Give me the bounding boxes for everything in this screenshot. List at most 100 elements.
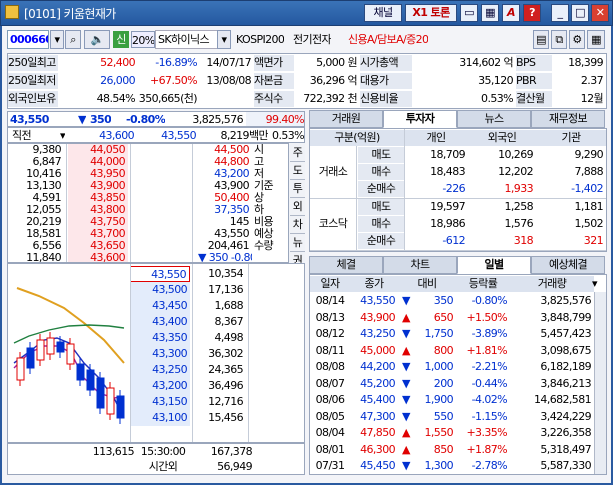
help-button[interactable]: ?: [523, 4, 541, 22]
side-tab[interactable]: 도: [290, 163, 305, 180]
info-value: 48.54%: [96, 92, 136, 105]
daily-tab[interactable]: 체결: [309, 256, 383, 274]
ask-total: 113,615: [92, 445, 134, 458]
investor-header: 외국인: [468, 130, 536, 146]
copy-icon[interactable]: ⧉: [551, 30, 567, 49]
bid-price[interactable]: 43,350: [130, 330, 190, 346]
bid-qty: 24,365: [208, 363, 243, 376]
investor-header: 기관: [536, 130, 606, 146]
bid-price[interactable]: 43,250: [130, 362, 190, 378]
info-label[interactable]: 결산월: [516, 91, 552, 107]
info-label[interactable]: BPS: [516, 55, 552, 71]
arrow-down-icon: ▼: [402, 294, 410, 307]
info-value: 0.53%: [481, 92, 514, 105]
investor-value: 7,888: [574, 165, 604, 178]
info-value: 2.37: [580, 74, 604, 87]
current-price: 43,550: [10, 113, 49, 126]
info-rate: 350,665(천): [138, 92, 198, 105]
bid-price[interactable]: 43,400: [130, 314, 190, 330]
daily-rate: -2.78%: [471, 459, 508, 472]
info-label[interactable]: PBR: [516, 73, 552, 89]
side-tab[interactable]: 주: [290, 145, 305, 162]
investor-value: 9,290: [574, 148, 604, 161]
code-dropdown-icon[interactable]: ▾: [50, 30, 64, 49]
candle-body: [56, 341, 65, 353]
totals-bar: 113,615 15:30:00 167,378 시간외 56,949: [7, 443, 305, 475]
daily-diff: 800: [433, 343, 454, 357]
daily-diff: 1,300: [424, 459, 454, 472]
daily-header: 일자: [310, 276, 350, 292]
settings-icon[interactable]: ⚙: [569, 30, 585, 49]
window-title: [0101] 키움현재가: [24, 7, 116, 21]
investor-tab[interactable]: 거래원: [309, 110, 383, 128]
daily-diff: 1,750: [424, 327, 454, 340]
bid-price[interactable]: 43,500: [130, 282, 190, 298]
daily-volume: 3,226,358: [540, 426, 591, 439]
bid-price[interactable]: 43,100: [130, 410, 190, 426]
daily-date: 08/01: [315, 442, 345, 456]
maximize-button[interactable]: □: [571, 4, 589, 22]
bid-price[interactable]: 43,150: [130, 394, 190, 410]
volume-dropdown-icon[interactable]: ▾: [592, 276, 604, 292]
mini-candle-chart: [13, 287, 125, 424]
info-value: 36,296 억: [309, 74, 358, 87]
direct-dropdown-icon[interactable]: ▾: [60, 128, 65, 142]
investor-row-label: 순매수: [358, 181, 404, 197]
candle-body: [16, 357, 25, 381]
mid-value: ▼ 350 -0.80%: [198, 251, 252, 263]
prev-price: 43,600: [99, 129, 134, 142]
close-button[interactable]: ✕: [591, 4, 609, 22]
info-grid: 250일최고 52,400 -16.89% 14/07/17 액면가 5,000 원 시가총…: [7, 53, 607, 109]
investor-tab[interactable]: 투자자: [383, 110, 457, 128]
investor-tab[interactable]: 뉴스: [457, 110, 531, 128]
ask-price[interactable]: 43,600: [68, 250, 128, 262]
daily-tab[interactable]: 일별: [457, 256, 531, 274]
search-icon[interactable]: ⌕: [65, 30, 81, 49]
credit-label: 신용A/담보A/증20: [348, 33, 429, 46]
bid-qty: 1,688: [214, 299, 244, 312]
info-label: 대용가: [360, 73, 412, 89]
bid-price[interactable]: 43,450: [130, 298, 190, 314]
daily-close: 45,000: [360, 343, 395, 357]
channel-button[interactable]: 채널: [364, 4, 402, 22]
speaker-icon[interactable]: 🔈: [84, 30, 110, 49]
side-tab[interactable]: 투: [290, 181, 305, 198]
channel-label: 채널: [373, 6, 393, 19]
investor-header: 개인: [404, 130, 468, 146]
side-tab[interactable]: 뉴: [290, 235, 305, 252]
daily-volume: 3,846,213: [540, 376, 591, 390]
investor-value: 12,202: [498, 165, 533, 178]
bid-qty: 17,136: [208, 283, 243, 296]
name-dropdown-icon[interactable]: ▾: [217, 30, 231, 49]
ask-qty: 11,840: [26, 251, 61, 263]
daily-date: 08/08: [315, 360, 345, 373]
daily-scrollbar[interactable]: [594, 292, 606, 474]
investor-value: 1,258: [504, 200, 534, 213]
side-tab[interactable]: 차: [290, 217, 305, 234]
bid-price[interactable]: 43,300: [130, 346, 190, 362]
investor-value: 1,576: [504, 217, 534, 230]
candle-body: [106, 387, 115, 415]
info-label: 주식수: [254, 91, 294, 107]
price-down-arrow-icon: ▼: [78, 113, 86, 126]
grid-icon[interactable]: ▦: [587, 30, 605, 49]
stock-code-input[interactable]: 000660: [7, 30, 49, 49]
info-date: 13/08/08: [206, 74, 251, 87]
font-a-button[interactable]: A: [502, 4, 520, 22]
memo-icon[interactable]: ▤: [533, 30, 549, 49]
info-label: 시가총액: [360, 55, 412, 71]
save-icon[interactable]: ▦: [481, 4, 499, 22]
bid-price[interactable]: 43,200: [130, 378, 190, 394]
minimize-button[interactable]: _: [551, 4, 569, 22]
window-layout-icon[interactable]: ▭: [460, 4, 478, 22]
bid-price[interactable]: 43,550: [130, 266, 190, 282]
daily-tab[interactable]: 차트: [383, 256, 457, 274]
daily-tab[interactable]: 예상체결: [531, 256, 605, 274]
investor-value: 18,709: [430, 148, 465, 161]
side-tab[interactable]: 외: [290, 199, 305, 216]
x1-discussion-button[interactable]: X1 토론: [405, 4, 457, 22]
daily-rate: +1.81%: [466, 343, 507, 357]
investor-tab[interactable]: 재무정보: [531, 110, 605, 128]
direct-select[interactable]: 직전: [12, 128, 31, 142]
amount-ratio: 0.53%: [272, 129, 304, 142]
